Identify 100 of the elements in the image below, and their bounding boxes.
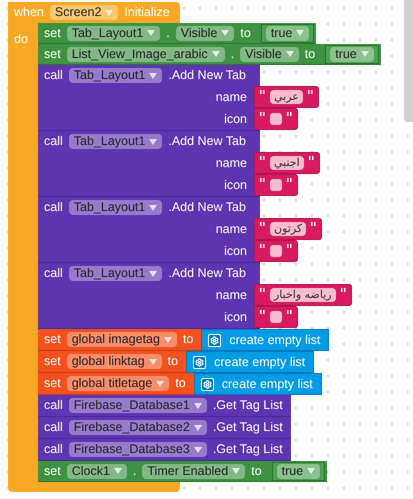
caret-icon [149, 138, 158, 144]
text-value[interactable]: اجنبي [270, 156, 304, 170]
block-label: .Add New Tab [168, 201, 246, 214]
block-label: .Get Tag List [212, 421, 283, 434]
block-label: .Get Tag List [212, 399, 283, 412]
boolean-dropdown[interactable]: true [266, 26, 310, 40]
component-dropdown[interactable]: Clock1 [66, 464, 127, 478]
property-dropdown[interactable]: Visible [176, 26, 234, 40]
property-dropdown[interactable]: Visible [240, 46, 299, 62]
caret-icon [149, 72, 158, 78]
block-label: create empty list [222, 378, 313, 390]
block-label: call [44, 399, 63, 412]
block-label: .Add New Tab [168, 135, 246, 148]
block-label: to [168, 355, 178, 368]
empty-text-field[interactable] [270, 179, 282, 191]
quote-icon [311, 222, 316, 227]
block-label: create empty list [229, 334, 320, 346]
caret-icon [194, 446, 202, 452]
block-label: call [44, 267, 63, 280]
quote-icon [287, 310, 292, 315]
block-label: set [44, 333, 61, 346]
block-label: set [44, 377, 61, 390]
quote-icon [340, 288, 346, 293]
empty-text-field[interactable] [270, 311, 282, 323]
text-value[interactable]: عربي [270, 90, 303, 104]
block-label: to [240, 26, 251, 40]
text-value[interactable]: رياضه واخبار [270, 288, 336, 302]
quote-icon [260, 178, 265, 183]
block-label: set [44, 464, 61, 478]
quote-icon [287, 112, 292, 117]
block-label: icon [224, 112, 247, 126]
empty-text-field[interactable] [270, 245, 282, 257]
block-label: name [216, 156, 247, 170]
block-label: call [44, 69, 63, 82]
block-label: icon [224, 310, 247, 324]
component-dropdown[interactable]: Tab_Layout1 [68, 266, 162, 281]
component-dropdown[interactable]: Tab_Layout1 [68, 134, 162, 149]
component-dropdown[interactable]: Firebase_Database3 [68, 442, 207, 457]
block-label: name [216, 222, 247, 236]
quote-icon [308, 90, 313, 95]
quote-icon [308, 156, 314, 161]
block-label: set [44, 48, 61, 60]
empty-text-field[interactable] [270, 113, 282, 125]
variable-dropdown[interactable]: global imagetag [66, 332, 177, 347]
block-label: name [216, 288, 247, 302]
block-label: call [44, 135, 63, 148]
block-label: set [44, 355, 61, 368]
variable-dropdown[interactable]: global titletage [66, 376, 170, 391]
settings-icon[interactable] [200, 378, 214, 390]
settings-icon[interactable] [208, 334, 222, 346]
boolean-dropdown[interactable]: true [276, 464, 320, 478]
caret-icon [194, 402, 202, 408]
property-dropdown[interactable]: Timer Enabled [142, 464, 246, 478]
block-label: icon [224, 244, 247, 258]
block-label: .Add New Tab [168, 267, 246, 280]
settings-icon[interactable] [193, 356, 206, 368]
quote-icon [260, 288, 265, 293]
block-label: call [44, 201, 63, 214]
block-label: .Add New Tab [168, 69, 246, 82]
component-dropdown[interactable]: Screen2 [50, 5, 118, 20]
text-value[interactable]: كرتون [270, 222, 306, 236]
quote-icon [260, 90, 265, 95]
component-dropdown[interactable]: Tab_Layout1 [68, 68, 162, 83]
component-dropdown[interactable]: Tab_Layout1 [66, 26, 160, 40]
caret-icon [164, 336, 172, 342]
block-label: do [14, 32, 28, 46]
component-dropdown[interactable]: Firebase_Database1 [68, 398, 207, 413]
caret-icon [212, 51, 220, 57]
block-label: call [44, 421, 63, 434]
block-label: to [182, 333, 194, 346]
quote-icon [260, 222, 265, 227]
boolean-dropdown[interactable]: true [330, 46, 374, 62]
quote-icon [260, 156, 265, 161]
block-label: Initialize [124, 6, 170, 19]
block-label: .Get Tag List [212, 443, 283, 456]
scrollbar[interactable] [404, 0, 413, 122]
block-label: to [304, 48, 316, 60]
quote-icon [260, 244, 265, 249]
quote-icon [260, 112, 265, 117]
component-dropdown[interactable]: Firebase_Database2 [68, 420, 207, 435]
block-label: set [44, 26, 61, 40]
caret-icon [221, 30, 230, 36]
caret-icon [148, 358, 157, 364]
caret-icon [232, 468, 240, 474]
block-label: . [132, 464, 136, 478]
component-dropdown[interactable]: Tab_Layout1 [68, 200, 162, 215]
block-label: . [230, 48, 234, 60]
caret-icon [296, 30, 304, 36]
caret-icon [147, 30, 156, 36]
caret-icon [307, 468, 316, 474]
block-label: to [251, 464, 262, 478]
quote-icon [287, 178, 292, 183]
caret-icon [105, 10, 114, 16]
caret-icon [149, 270, 158, 276]
caret-icon [114, 468, 122, 474]
component-dropdown[interactable]: List_View_Image_arabic [66, 46, 225, 62]
caret-icon [286, 51, 294, 57]
block-label: call [44, 443, 63, 456]
variable-dropdown[interactable]: global linktag [66, 354, 162, 369]
quote-icon [287, 244, 292, 249]
